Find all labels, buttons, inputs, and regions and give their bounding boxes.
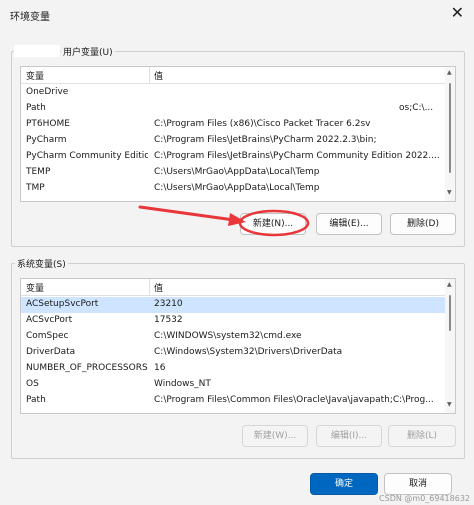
annotation-overlay bbox=[138, 205, 310, 237]
annotation-arrow bbox=[138, 205, 236, 222]
arrow-head-icon bbox=[228, 213, 246, 226]
annotation-ellipse bbox=[238, 209, 310, 237]
watermark: CSDN @m0_69418632 bbox=[379, 494, 470, 503]
